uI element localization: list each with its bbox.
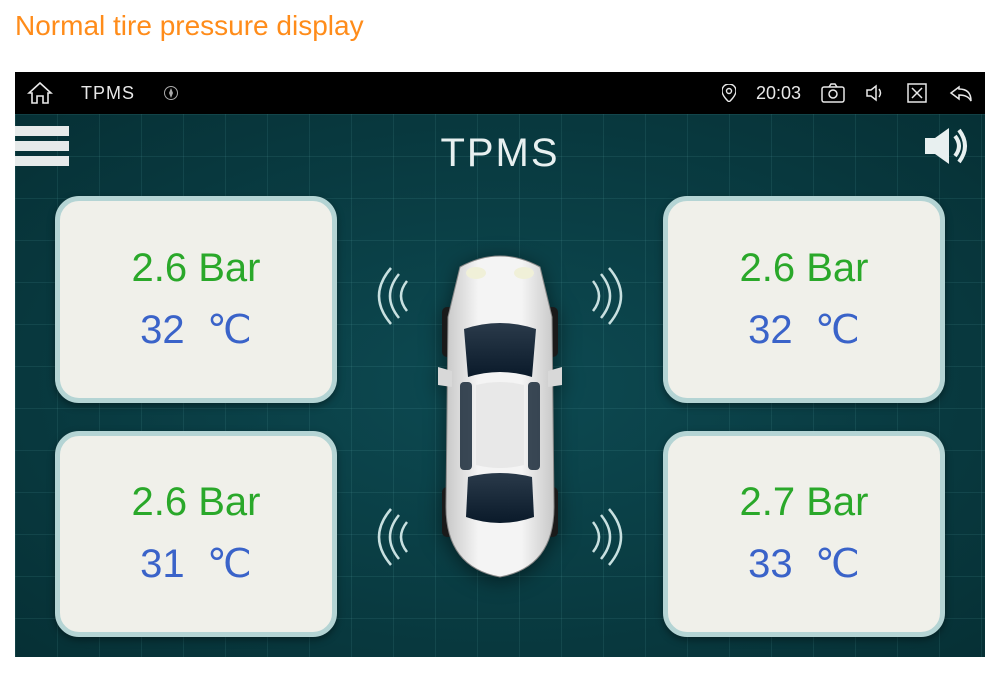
tire-card-front-right: 2.6 Bar 32 ℃ [663,196,945,403]
close-box-icon[interactable] [907,83,927,103]
volume-icon[interactable] [865,83,887,103]
tire-pressure-value: 2.7 Bar [740,480,869,525]
tire-pressure-value: 2.6 Bar [132,246,261,291]
signal-wave-icon [585,266,635,326]
home-icon[interactable] [27,81,53,105]
back-icon[interactable] [947,83,973,103]
car-icon [420,237,580,597]
app-area: TPMS 2.6 Bar 32 ℃ [15,114,985,657]
page-caption: Normal tire pressure display [0,0,1000,52]
tire-temperature-value: 32 ℃ [748,307,860,353]
tire-pressure-value: 2.6 Bar [132,480,261,525]
statusbar-app-name: TPMS [81,83,135,104]
tire-temperature-value: 33 ℃ [748,541,860,587]
signal-wave-icon [585,507,635,567]
location-icon [722,84,736,102]
tire-card-rear-right: 2.7 Bar 33 ℃ [663,431,945,638]
signal-wave-icon [365,507,415,567]
app-title: TPMS [440,131,559,176]
camera-icon[interactable] [821,83,845,103]
app-topbar: TPMS [15,114,985,192]
tire-temperature-value: 31 ℃ [140,541,252,587]
tire-card-rear-left: 2.6 Bar 31 ℃ [55,431,337,638]
tire-card-front-left: 2.6 Bar 32 ℃ [55,196,337,403]
speaker-icon[interactable] [923,124,971,173]
tire-pressure-value: 2.6 Bar [740,246,869,291]
status-bar: TPMS 20:03 [15,72,985,114]
menu-icon[interactable] [15,126,69,166]
tire-temperature-value: 32 ℃ [140,307,252,353]
tire-grid: 2.6 Bar 32 ℃ 2.6 Bar 32 ℃ [15,192,985,657]
signal-wave-icon [365,266,415,326]
car-illustration [355,196,645,637]
compass-icon [163,85,179,101]
statusbar-time: 20:03 [756,83,801,104]
device-frame: TPMS 20:03 [15,72,985,657]
